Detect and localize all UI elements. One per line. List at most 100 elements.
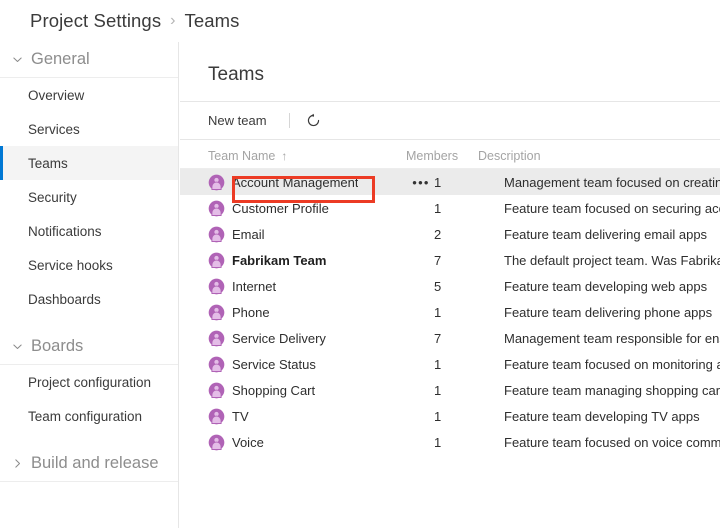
team-name-link[interactable]: Shopping Cart	[232, 383, 315, 398]
team-avatar-icon	[208, 356, 225, 372]
cell-description: Feature team focused on securing account	[504, 200, 720, 216]
column-header-label: Description	[478, 149, 541, 163]
cell-team-name[interactable]: Service Status	[208, 351, 406, 377]
sidebar-item-notifications[interactable]: Notifications	[0, 214, 178, 248]
breadcrumb-root-link[interactable]: Project Settings	[30, 10, 161, 32]
table-row[interactable]: Phone•••1Feature team delivering phone a…	[180, 299, 720, 325]
team-name-link[interactable]: Internet	[232, 279, 276, 294]
cell-members: 1	[434, 304, 442, 320]
sidebar-group-general[interactable]: General	[0, 42, 178, 78]
sidebar-group-label: Build and release	[31, 454, 159, 472]
column-header-description[interactable]: Description	[478, 149, 720, 163]
cell-team-name[interactable]: Voice	[208, 429, 406, 455]
team-name-link[interactable]: Voice	[232, 435, 264, 450]
cell-team-name[interactable]: Service Delivery	[208, 325, 406, 351]
cell-members: 7	[434, 330, 442, 346]
sidebar-group-boards[interactable]: Boards	[0, 329, 178, 365]
team-avatar-icon	[208, 200, 225, 216]
table-row[interactable]: Voice•••1Feature team focused on voice c…	[180, 429, 720, 455]
cell-description: Feature team developing web apps	[504, 278, 708, 294]
team-avatar-icon	[208, 304, 225, 320]
cell-description: Feature team managing shopping cart app	[504, 382, 720, 398]
sidebar-item-label: Security	[28, 189, 77, 205]
sidebar-item-project-configuration[interactable]: Project configuration	[0, 365, 178, 399]
team-name-link[interactable]: Phone	[232, 305, 270, 320]
cell-team-name[interactable]: Internet	[208, 273, 406, 299]
sidebar: General Overview Services Teams Security Noti…	[0, 42, 179, 528]
sidebar-group-build-and-release[interactable]: Build and release	[0, 446, 178, 482]
team-name-link[interactable]: Customer Profile	[232, 201, 329, 216]
new-team-button[interactable]: New team	[208, 109, 273, 132]
cell-members: 1	[434, 434, 442, 450]
team-name-link[interactable]: Email	[232, 227, 265, 242]
sidebar-item-label: Notifications	[28, 223, 102, 239]
table-row[interactable]: TV•••1Feature team developing TV apps	[180, 403, 720, 429]
app-window: Project Settings › Teams General Overview…	[0, 0, 720, 528]
toolbar-separator	[288, 113, 290, 128]
cell-members: 1	[434, 408, 442, 424]
sidebar-item-overview[interactable]: Overview	[0, 78, 178, 112]
team-avatar-icon	[208, 382, 225, 398]
sidebar-item-label: Service hooks	[28, 257, 113, 273]
cell-team-name[interactable]: Customer Profile	[208, 195, 406, 221]
team-name-link[interactable]: Fabrikam Team	[232, 253, 326, 268]
cell-team-name[interactable]: Phone	[208, 299, 406, 325]
table-header-row: Team Name ↑ Members Description	[208, 140, 720, 168]
sidebar-item-dashboards[interactable]: Dashboards	[0, 282, 178, 316]
team-name-link[interactable]: Account Management	[232, 175, 358, 190]
sidebar-item-security[interactable]: Security	[0, 180, 178, 214]
cell-description: Feature team focused on monitoring and	[504, 356, 720, 372]
table-row[interactable]: Internet•••5Feature team developing web …	[180, 273, 720, 299]
table-row[interactable]: Shopping Cart•••1Feature team managing s…	[180, 377, 720, 403]
team-avatar-icon	[208, 408, 225, 424]
sidebar-item-label: Services	[28, 121, 80, 137]
cell-team-name[interactable]: Account Management	[208, 169, 406, 195]
team-avatar-icon	[208, 252, 225, 268]
cell-members: 1	[434, 200, 442, 216]
cell-description: The default project team. Was Fabrikam F…	[504, 252, 720, 268]
cell-team-name[interactable]: Fabrikam Team	[208, 247, 406, 273]
table-row[interactable]: Customer Profile•••1Feature team focused…	[180, 195, 720, 221]
cell-team-name[interactable]: Shopping Cart	[208, 377, 406, 403]
breadcrumb-current: Teams	[184, 10, 240, 31]
cell-description: Feature team delivering email apps	[504, 226, 708, 242]
column-header-members[interactable]: Members	[406, 149, 478, 163]
column-header-label: Members	[406, 149, 459, 163]
column-header-name[interactable]: Team Name ↑	[208, 149, 406, 163]
refresh-icon[interactable]	[304, 111, 324, 131]
sidebar-item-services[interactable]: Services	[0, 112, 178, 146]
team-avatar-icon	[208, 330, 225, 346]
cell-description: Management team responsible for ensure	[504, 330, 720, 346]
table-row[interactable]: Fabrikam Team•••7The default project tea…	[180, 247, 720, 273]
cell-description: Feature team delivering phone apps	[504, 304, 713, 320]
table-row[interactable]: Email•••2Feature team delivering email a…	[180, 221, 720, 247]
team-name-link[interactable]: Service Delivery	[232, 331, 326, 346]
sidebar-group-label: Boards	[31, 337, 84, 355]
team-avatar-icon	[208, 278, 225, 294]
sidebar-item-team-configuration[interactable]: Team configuration	[0, 399, 178, 433]
chevron-right-icon	[9, 458, 25, 469]
cell-team-name[interactable]: TV	[208, 403, 406, 429]
toolbar: New team	[208, 102, 720, 139]
table-row[interactable]: Service Delivery•••7Management team resp…	[180, 325, 720, 351]
sidebar-item-teams[interactable]: Teams	[0, 146, 178, 180]
sidebar-item-label: Team configuration	[28, 408, 143, 424]
team-name-link[interactable]: TV	[232, 409, 249, 424]
page-title: Teams	[208, 64, 264, 85]
cell-members: 1	[434, 174, 442, 190]
chevron-down-icon	[9, 54, 25, 65]
table-row[interactable]: Service Status•••1Feature team focused o…	[180, 351, 720, 377]
team-name-link[interactable]: Service Status	[232, 357, 316, 372]
cell-members: 2	[434, 226, 442, 242]
cell-description: Feature team focused on voice communic	[504, 434, 720, 450]
row-context-menu-button[interactable]: •••	[410, 175, 432, 190]
sidebar-item-service-hooks[interactable]: Service hooks	[0, 248, 178, 282]
cell-description: Feature team developing TV apps	[504, 408, 700, 424]
teams-table: Team Name ↑ Members Description Account Man…	[180, 140, 720, 455]
table-row[interactable]: Account Management ••• 1 Management team fo…	[180, 169, 720, 195]
table-body: Account Management ••• 1 Management team fo…	[180, 169, 720, 455]
sort-ascending-icon: ↑	[281, 149, 288, 163]
cell-team-name[interactable]: Email	[208, 221, 406, 247]
sidebar-item-label: Overview	[28, 87, 85, 103]
